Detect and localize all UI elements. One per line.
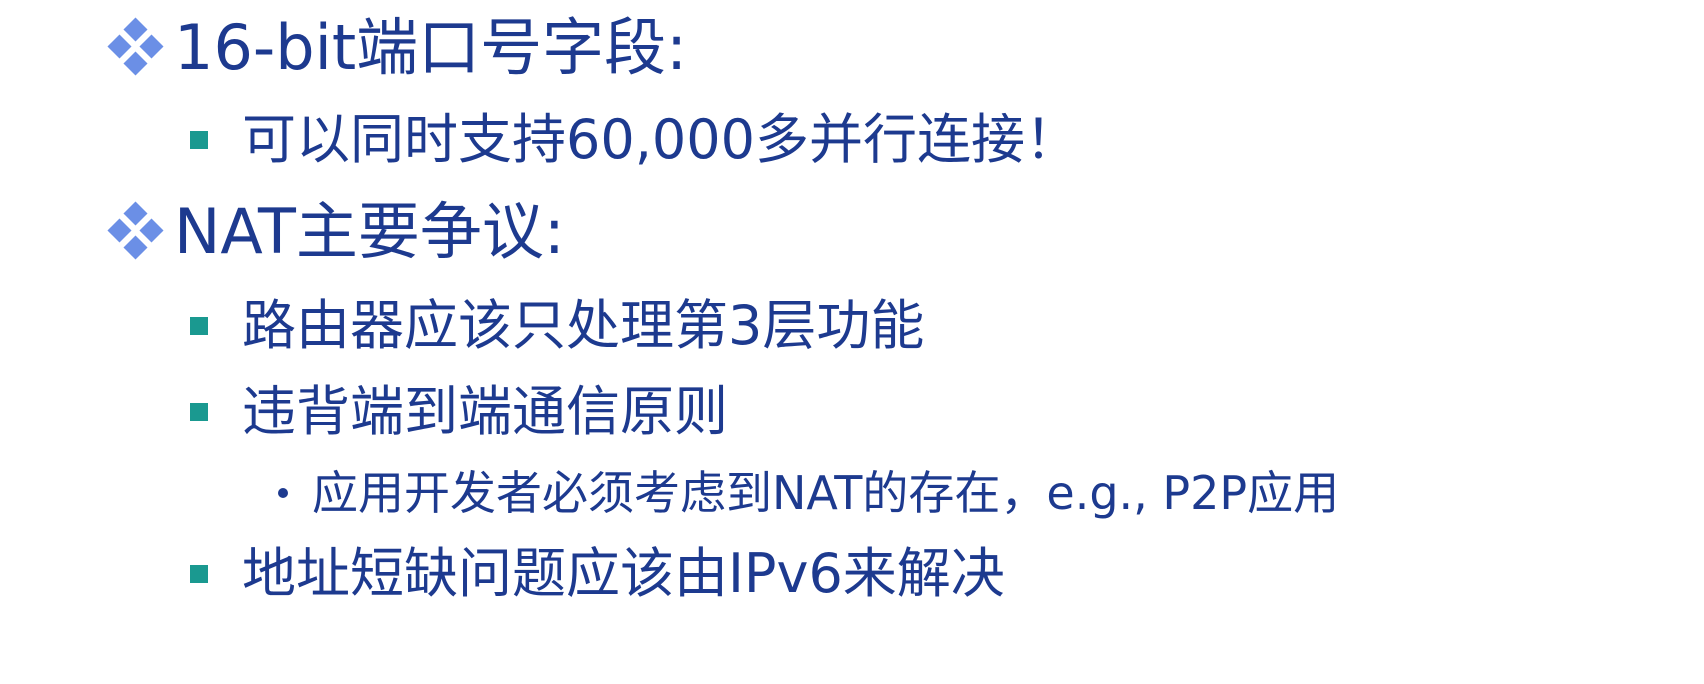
bullet-item-end-to-end: 违背端到端通信原则 <box>190 380 728 444</box>
bullet-text: 16-bit端口号字段: <box>174 11 688 84</box>
bullet-text: 可以同时支持60,000多并行连接！ <box>242 108 1079 171</box>
four-diamond-bullet-icon <box>107 201 164 260</box>
square-bullet-icon <box>190 403 208 421</box>
bullet-text: 地址短缺问题应该由IPv6来解决 <box>242 542 1005 605</box>
bullet-item-port-field: 16-bit端口号字段: <box>107 11 688 84</box>
bullet-text: 应用开发者必须考虑到NAT的存在，e.g., P2P应用 <box>312 466 1340 520</box>
four-diamond-bullet-icon <box>107 17 164 76</box>
square-bullet-icon <box>190 131 208 149</box>
bullet-text: 路由器应该只处理第3层功能 <box>242 294 925 357</box>
square-bullet-icon <box>190 317 208 335</box>
bullet-item-layer3-only: 路由器应该只处理第3层功能 <box>190 294 924 358</box>
dot-bullet-icon <box>278 488 288 498</box>
bullet-item-app-developers: 应用开发者必须考虑到NAT的存在，e.g., P2P应用 <box>272 466 1339 520</box>
bullet-item-ipv6: 地址短缺问题应该由IPv6来解决 <box>190 542 1005 606</box>
bullet-text: NAT主要争议: <box>174 195 565 268</box>
bullet-text: 违背端到端通信原则 <box>242 380 728 443</box>
square-bullet-icon <box>190 565 208 583</box>
bullet-item-parallel-connections: 可以同时支持60,000多并行连接！ <box>190 108 1079 172</box>
slide: 16-bit端口号字段: 可以同时支持60,000多并行连接！ NAT主要争议:… <box>0 0 1704 684</box>
bullet-item-nat-controversy: NAT主要争议: <box>107 195 565 268</box>
